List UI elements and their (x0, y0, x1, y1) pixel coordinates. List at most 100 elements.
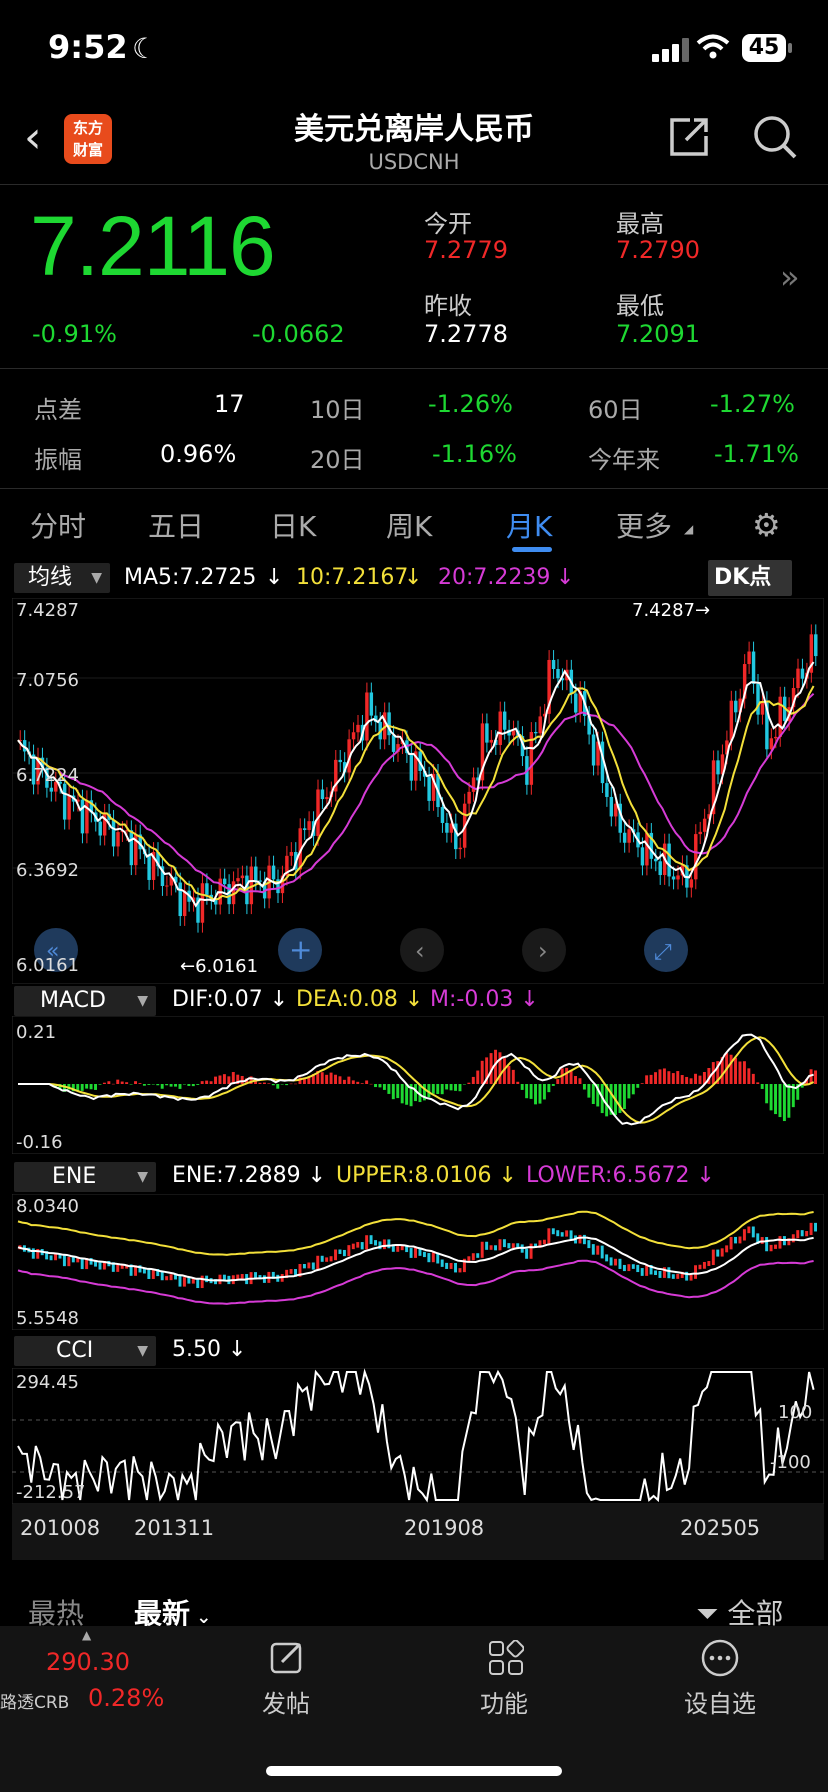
post-icon[interactable] (270, 1640, 306, 1676)
prev-close-label: 昨收 (424, 292, 472, 320)
battery-tip (788, 43, 792, 53)
caret-down-icon: ◢ (684, 522, 694, 536)
x-label-2: 201311 (134, 1516, 215, 1540)
x-label-1: 201008 (20, 1516, 101, 1540)
dif-value: DIF:0.07 (172, 987, 263, 1012)
cci-ref-minus100: -100 (770, 1452, 811, 1473)
macd-y-bottom: -0.16 (16, 1132, 63, 1153)
cci-legend: 5.50 ↓ (172, 1337, 247, 1362)
tab-more[interactable]: 更多 (616, 505, 672, 545)
max-marker-value: 7.4287 (632, 600, 695, 621)
ticker-value[interactable]: 290.30 (46, 1648, 130, 1676)
max-marker: 7.4287→ (632, 600, 711, 621)
moon-icon: ☾ (132, 32, 158, 65)
status-bar: 9:52 ☾ 45 (0, 0, 828, 100)
grid-icon[interactable] (488, 1640, 524, 1676)
ene-selector-label: ENE (52, 1164, 97, 1189)
20d-label: 20日 (310, 446, 365, 474)
divider (0, 184, 828, 185)
cci-chart (12, 1368, 824, 1504)
dif-legend: DIF:0.07 ↓ (172, 987, 289, 1012)
y-label-max: 7.4287 (16, 600, 79, 621)
cci-selector[interactable]: CCI ▼ (14, 1336, 156, 1366)
high-value: 7.2790 (616, 236, 700, 264)
y-label-2: 7.0756 (16, 670, 79, 691)
macd-histogram (18, 1049, 817, 1122)
ma-selector[interactable]: 均线 ▼ (14, 563, 110, 593)
nav-controls (34, 928, 688, 972)
chevron-right-icon[interactable]: » (780, 258, 800, 296)
gear-icon[interactable]: ⚙ (752, 506, 781, 544)
high-label: 最高 (616, 210, 664, 238)
ene-y-top: 8.0340 (16, 1196, 79, 1217)
ytd-label: 今年来 (588, 446, 660, 474)
watchlist-label[interactable]: 设自选 (684, 1684, 756, 1719)
y-label-min: 6.0161 (16, 955, 79, 976)
cci-y-bottom: -212.57 (16, 1482, 86, 1503)
tab-5day[interactable]: 五日 (148, 505, 204, 545)
upper-value: UPPER:8.0106 (336, 1163, 492, 1188)
arrow-down-icon: ↓ (265, 565, 284, 590)
home-indicator (266, 1766, 562, 1776)
cci-line (17, 1368, 815, 1503)
function-label[interactable]: 功能 (480, 1684, 528, 1719)
m-legend: M:-0.03 ↓ (430, 987, 539, 1012)
dea-value: DEA:0.08 (296, 987, 398, 1012)
tab-intraday[interactable]: 分时 (30, 505, 86, 545)
ma-selector-label: 均线 (28, 565, 73, 590)
ene-chart (12, 1194, 824, 1330)
macd-chart (12, 1016, 824, 1154)
current-price: 7.2116 (30, 199, 276, 293)
open-value: 7.2779 (424, 236, 508, 264)
chevron-left-icon: ‹ (415, 937, 425, 965)
macd-selector[interactable]: MACD ▼ (14, 986, 156, 1016)
dk-button[interactable]: DK点 (708, 560, 792, 596)
search-icon[interactable] (752, 114, 798, 160)
cci-selector-label: CCI (56, 1338, 94, 1363)
y-label-3: 6.7224 (16, 765, 79, 786)
open-label: 今开 (424, 210, 472, 238)
dea-legend: DEA:0.08 ↓ (296, 987, 424, 1012)
macd-y-top: 0.21 (16, 1022, 57, 1043)
ma20-legend: 20:7.2239 (438, 565, 551, 590)
ma10-legend: 10:7.2167 (296, 565, 409, 590)
tab-weekly-k[interactable]: 周K (386, 505, 432, 545)
post-label[interactable]: 发帖 (262, 1684, 310, 1719)
ene-candles (18, 1222, 817, 1289)
amplitude-value: 0.96% (160, 440, 237, 468)
ene-mid-line (17, 1236, 814, 1282)
lower-value: LOWER:6.5672 (526, 1163, 690, 1188)
plus-icon: + (289, 933, 312, 966)
10d-label: 10日 (310, 396, 365, 424)
lower-legend: LOWER:6.5672 ↓ (526, 1163, 715, 1188)
cci-ref-100: 100 (778, 1402, 813, 1423)
ene-value: ENE:7.2889 (172, 1163, 301, 1188)
tab-monthly-k[interactable]: 月K (506, 505, 552, 545)
ene-legend: ENE:7.2889 ↓ (172, 1163, 327, 1188)
low-value: 7.2091 (616, 320, 700, 348)
ticker-pct: 0.28% (88, 1684, 165, 1712)
divider (0, 368, 828, 369)
caret-up-icon: ▲ (82, 1628, 92, 1642)
change-percent: -0.91% (32, 320, 117, 348)
min-marker: ←6.0161 (180, 956, 259, 977)
divider (0, 488, 828, 489)
chevron-right-icon: › (538, 937, 548, 965)
kline-chart[interactable]: « + ‹ › ⤢ (12, 598, 824, 984)
min-marker-value: 6.0161 (195, 956, 259, 977)
prev-close-value: 7.2778 (424, 320, 508, 348)
cci-y-top: 294.45 (16, 1372, 79, 1393)
share-icon[interactable] (668, 114, 712, 158)
low-label: 最低 (616, 292, 664, 320)
change-amount: -0.0662 (252, 320, 345, 348)
tab-daily-k[interactable]: 日K (270, 505, 316, 545)
cci-value: 5.50 (172, 1337, 221, 1362)
ene-selector[interactable]: ENE ▼ (14, 1162, 156, 1192)
more-icon[interactable] (700, 1638, 740, 1678)
candlesticks (18, 624, 818, 933)
y-label-4: 6.3692 (16, 860, 79, 881)
expand-icon: ⤢ (654, 940, 672, 965)
signal-icon (652, 38, 694, 62)
upper-legend: UPPER:8.0106 ↓ (336, 1163, 517, 1188)
dk-button-label: DK点 (714, 565, 772, 590)
